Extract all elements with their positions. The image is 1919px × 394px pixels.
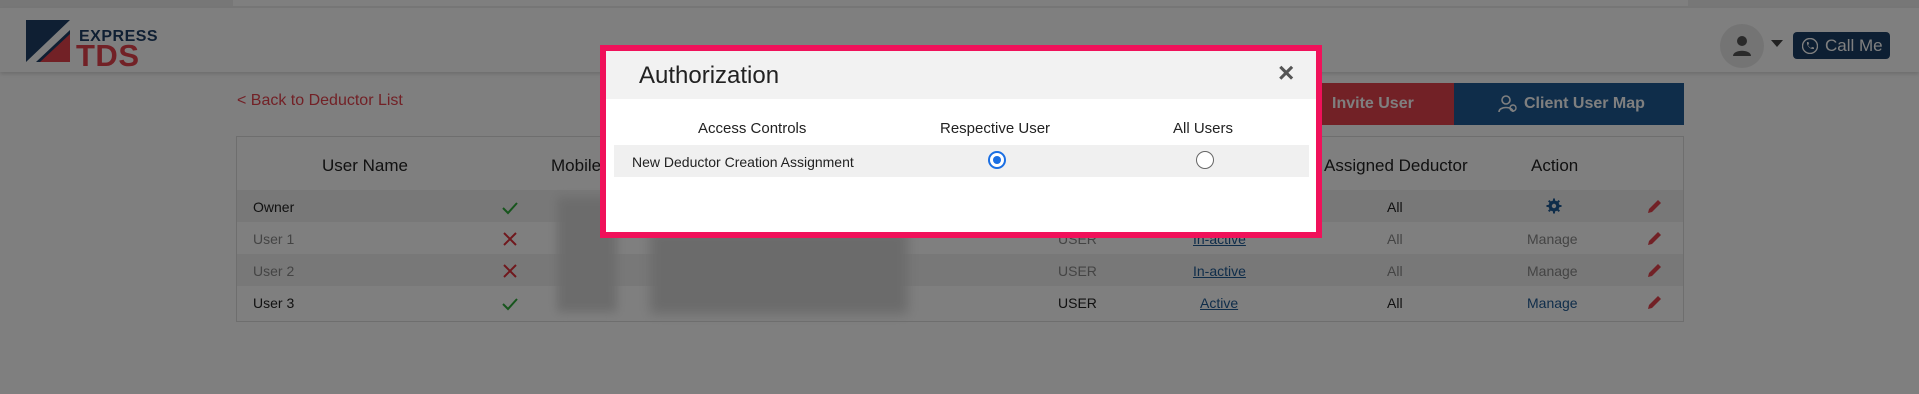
column-header-all-users: All Users: [1173, 120, 1234, 137]
modal-title: Authorization: [639, 62, 780, 89]
authorization-modal: Authorization × Access Controls Respecti…: [600, 45, 1322, 238]
column-header-respective-user: Respective User: [940, 120, 1051, 137]
respective-user-radio[interactable]: [988, 151, 1006, 169]
access-control-label: New Deductor Creation Assignment: [632, 154, 854, 170]
modal-header: Authorization ×: [606, 51, 1316, 99]
all-users-radio[interactable]: [1196, 151, 1214, 169]
access-control-row: New Deductor Creation Assignment: [614, 145, 1309, 177]
close-icon[interactable]: ×: [1278, 57, 1294, 89]
column-header-access-controls: Access Controls: [698, 120, 807, 137]
